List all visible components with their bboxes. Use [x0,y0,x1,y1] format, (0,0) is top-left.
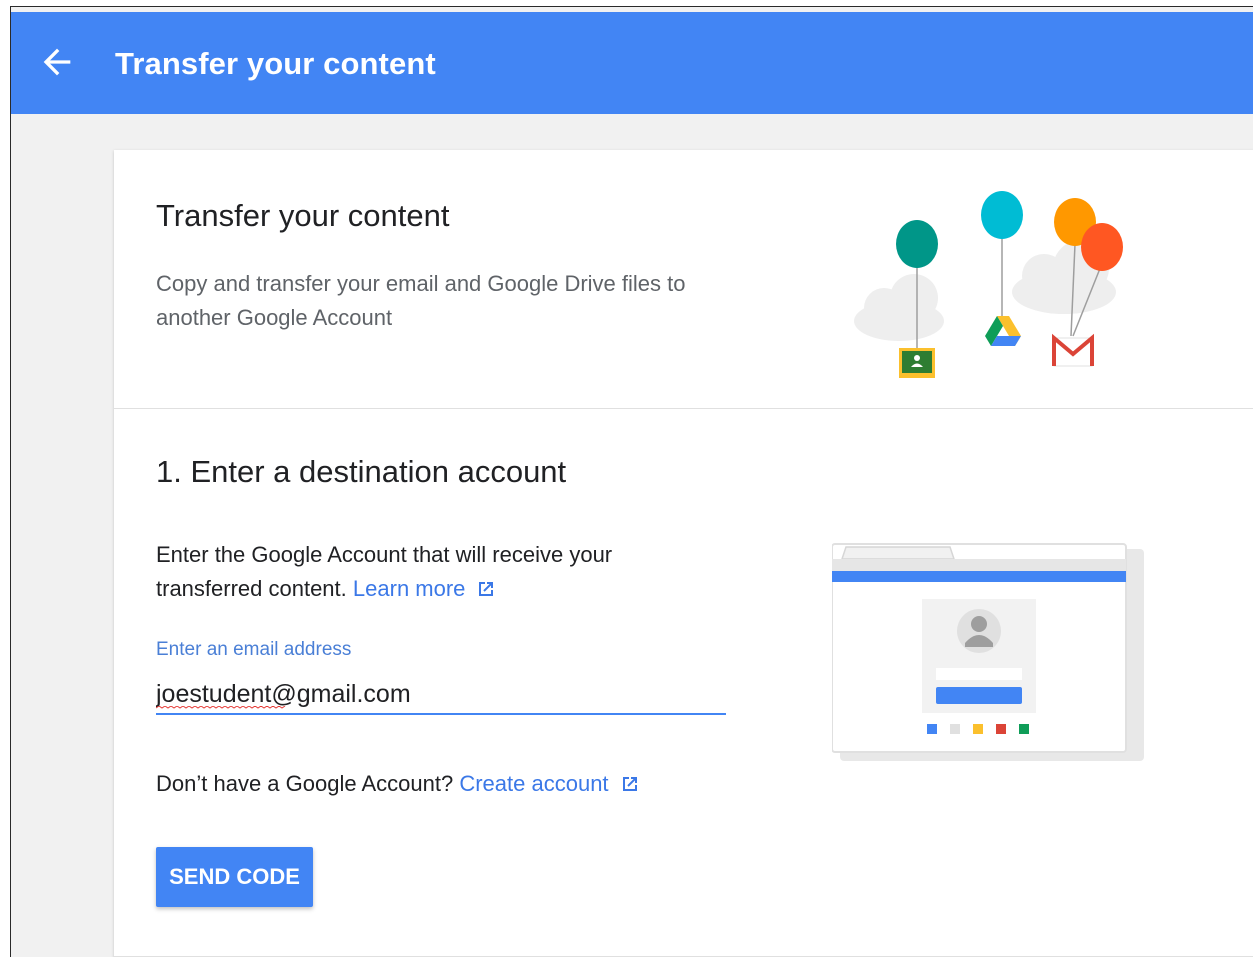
transfer-card: Transfer your content Copy and transfer … [114,150,1253,957]
intro-description: Copy and transfer your email and Google … [156,271,686,330]
arrow-back-icon [43,48,71,76]
spellcheck-underline [156,706,286,709]
app-window: Transfer your content Transfer your cont… [10,6,1253,957]
app-bar-title: Transfer your content [115,46,436,81]
intro-section: Transfer your content Copy and transfer … [114,150,1253,409]
open-in-new-icon[interactable] [621,775,639,793]
no-account-line: Don’t have a Google Account? Create acco… [156,771,639,797]
learn-more-link[interactable]: Learn more [353,576,466,601]
balloon-icon [896,191,1123,271]
balloons-illustration [854,191,1123,378]
step-description: Enter the Google Account that will recei… [156,538,716,606]
gmail-icon [1052,333,1094,367]
open-in-new-icon[interactable] [477,580,495,598]
intro-title: Transfer your content [156,198,450,233]
email-field-label: Enter an email address [156,639,352,660]
step-title: 1. Enter a destination account [156,454,567,489]
app-bar: Transfer your content [11,12,1253,114]
send-code-button[interactable]: SEND CODE [156,847,313,907]
create-account-link[interactable]: Create account [459,771,608,796]
back-button[interactable] [37,42,77,82]
avatar-icon [957,609,1001,653]
google-classroom-icon [899,348,935,378]
browser-illustration [832,543,1144,761]
google-drive-icon [985,316,1021,346]
no-account-text: Don’t have a Google Account? [156,771,454,796]
